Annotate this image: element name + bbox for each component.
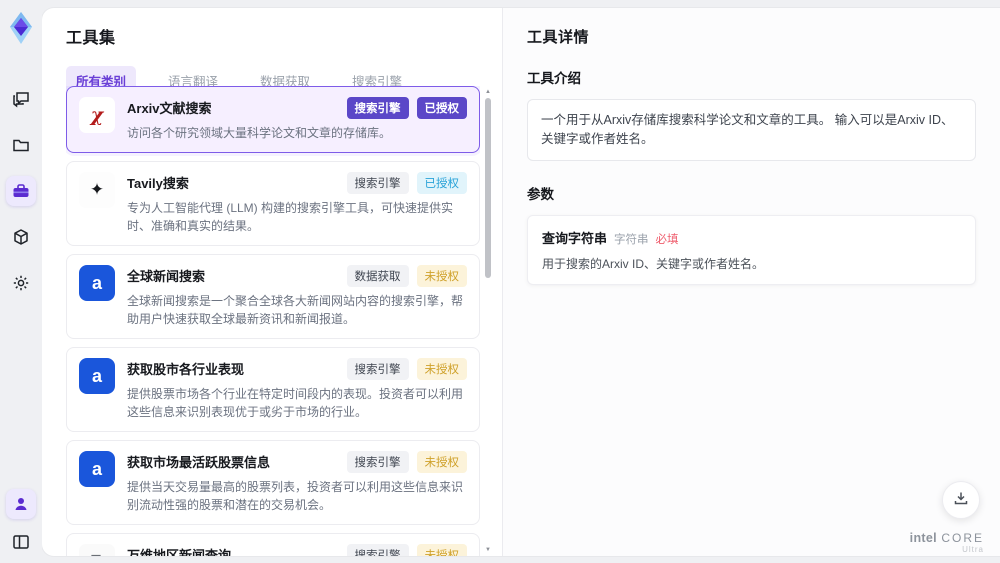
scroll-down-icon[interactable]: ▼ <box>484 546 492 554</box>
tool-desc: 提供当天交易量最高的股票列表，投资者可以利用这些信息来识别流动性强的股票和潜在的… <box>127 480 464 512</box>
intro-heading: 工具介绍 <box>527 71 581 86</box>
tool-name: 全球新闻搜索 <box>127 269 206 284</box>
category-badge: 搜索引擎 <box>346 544 409 556</box>
tool-desc: 专为人工智能代理 (LLM) 构建的搜索引擎工具，可快速提供实时、准确和真实的结… <box>127 201 454 233</box>
cube-icon <box>11 227 31 247</box>
arxiv-icon: χ <box>79 97 115 133</box>
tool-card[interactable]: a 全球新闻搜索 数据获取 未授权全球新闻搜索是一个聚合全球各大新闻网站内容的搜索引擎… <box>66 254 480 339</box>
page-title: 工具集 <box>66 30 116 47</box>
auth-badge: 已授权 <box>416 97 467 119</box>
sidebar-item-settings[interactable] <box>6 268 36 298</box>
tool-card[interactable]: χ Arxiv文献搜索 搜索引擎 已授权访问各个研究领域大量科学论文和文章的存储库。 <box>66 86 480 153</box>
detail-title: 工具详情 <box>527 29 590 46</box>
stock-app-icon: a <box>79 358 115 394</box>
params-heading: 参数 <box>527 186 554 202</box>
sidebar-item-profile[interactable] <box>6 489 36 519</box>
tool-name: 获取股市各行业表现 <box>127 362 245 377</box>
sidebar-item-chat[interactable] <box>6 84 36 114</box>
tool-name: Tavily搜索 <box>127 176 189 191</box>
intro-text: 一个用于从Arxiv存储库搜索科学论文和文章的工具。 输入可以是Arxiv ID… <box>527 99 976 161</box>
scrollbar-thumb[interactable] <box>485 98 491 278</box>
param-required-badge: 必填 <box>655 233 679 246</box>
tool-card[interactable]: a 获取股市各行业表现 搜索引擎 未授权提供股票市场各个行业在特定时间段内的表现。投资… <box>66 347 480 432</box>
sidebar-item-packages[interactable] <box>6 222 36 252</box>
building-icon <box>79 544 115 556</box>
intel-sub-text: Ultra <box>962 545 984 555</box>
download-button[interactable] <box>942 481 980 519</box>
tool-desc: 全球新闻搜索是一个聚合全球各大新闻网站内容的搜索引擎，帮助用户快速获取全球最新资… <box>127 294 464 326</box>
tool-card[interactable]: a 获取市场最活跃股票信息 搜索引擎 未授权提供当天交易量最高的股票列表，投资者可以利… <box>66 440 480 525</box>
chat-icon <box>11 89 31 109</box>
scroll-up-icon[interactable]: ▲ <box>484 88 492 96</box>
sidebar-item-panel[interactable] <box>6 527 36 557</box>
tool-name: 万维地区新闻查询 <box>127 548 232 556</box>
tool-name: 获取市场最活跃股票信息 <box>127 455 271 470</box>
gem-logo-icon <box>4 10 38 46</box>
category-badge: 搜索引擎 <box>346 451 409 473</box>
param-desc: 用于搜索的Arxiv ID、关键字或作者姓名。 <box>542 256 765 271</box>
tool-card[interactable]: 万维地区新闻查询搜索引擎未授权查询具体行政区划内的新闻，快速了解各地新闻动 <box>66 533 480 556</box>
auth-badge: 未授权 <box>416 358 467 380</box>
user-icon <box>11 494 31 514</box>
category-badge: 搜索引擎 <box>346 172 409 194</box>
category-badge: 数据获取 <box>346 265 409 287</box>
tool-desc: 提供股票市场各个行业在特定时间段内的表现。投资者可以利用这些信息来识别表现优于或… <box>127 387 464 419</box>
download-icon <box>953 490 969 511</box>
news-app-icon: a <box>79 265 115 301</box>
tool-card[interactable]: ✦ Tavily搜索 搜索引擎 已授权专为人工智能代理 (LLM) 构建的搜索引擎工具… <box>66 161 480 246</box>
main-panel: 工具集 所有类别 语言翻译 数据获取 搜索引擎 χ Arxiv文献搜索 搜索引擎 已授权 访问… <box>42 8 1000 556</box>
auth-badge: 已授权 <box>416 172 467 194</box>
intel-product-text: CORE <box>941 530 984 545</box>
param-card: 查询字符串 字符串 必填 用于搜索的Arxiv ID、关键字或作者姓名。 <box>527 214 976 285</box>
tool-detail-pane: 工具详情 工具介绍 一个用于从Arxiv存储库搜索科学论文和文章的工具。 输入可… <box>502 8 1000 556</box>
intel-brand-text: intel <box>909 530 937 545</box>
auth-badge: 未授权 <box>416 451 467 473</box>
param-type: 字符串 <box>614 233 649 246</box>
sidebar-item-toolbox[interactable] <box>6 176 36 206</box>
sidebar-item-files[interactable] <box>6 130 36 160</box>
briefcase-icon <box>11 181 31 201</box>
tool-desc: 访问各个研究领域大量科学论文和文章的存储库。 <box>127 126 392 140</box>
folder-icon <box>11 135 31 155</box>
category-badge: 搜索引擎 <box>346 97 409 119</box>
auth-badge: 未授权 <box>416 265 467 287</box>
scrollbar[interactable]: ▲ ▼ <box>484 88 492 554</box>
tool-name: Arxiv文献搜索 <box>127 101 212 116</box>
stock-app-icon: a <box>79 451 115 487</box>
app-sidebar <box>0 0 42 563</box>
tool-list-pane: 工具集 所有类别 语言翻译 数据获取 搜索引擎 χ Arxiv文献搜索 搜索引擎 已授权 访问… <box>42 8 502 556</box>
gear-icon <box>11 273 31 293</box>
tool-list: χ Arxiv文献搜索 搜索引擎 已授权 访问各个研究领域大量科学论文和文章的存储库。 ✦… <box>66 86 480 556</box>
param-name: 查询字符串 <box>542 230 608 246</box>
star-icon: ✦ <box>79 172 115 208</box>
layout-icon <box>11 532 31 552</box>
auth-badge: 未授权 <box>416 544 467 556</box>
category-badge: 搜索引擎 <box>346 358 409 380</box>
intel-core-logo: intel CORE Ultra <box>910 529 984 555</box>
